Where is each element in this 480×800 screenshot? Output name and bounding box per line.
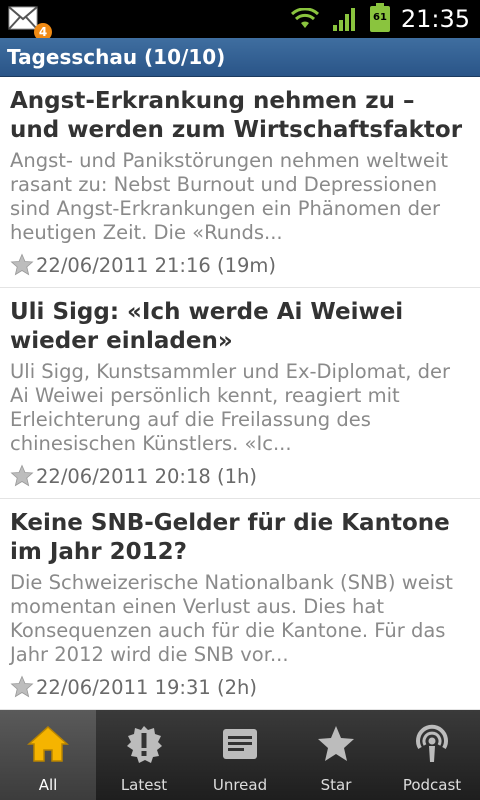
battery-icon: 61 [370,3,390,32]
tab-latest[interactable]: Latest [96,710,192,800]
wifi-icon [290,7,320,34]
tab-podcast[interactable]: Podcast [384,710,480,800]
article-description: Angst- und Panikstörungen nehmen weltwei… [10,149,448,244]
tab-label: Star [320,776,352,794]
star-icon[interactable] [10,253,34,277]
article-meta: 22/06/2011 20:18 (1h) [10,462,470,490]
article-date: 22/06/2011 19:31 (2h) [36,675,257,699]
tab-label: Unread [212,776,268,794]
tab-label: All [38,776,58,794]
star-icon[interactable] [10,464,34,488]
article-date: 22/06/2011 21:16 (19m) [36,253,277,277]
clock: 21:35 [400,5,470,33]
status-bar: 4 61 21:35 [0,0,480,41]
article-description: Uli Sigg, Kunstsammler und Ex-Diplomat, … [10,360,451,455]
mail-notification-icon: 4 [8,6,52,41]
bottom-tab-bar: All Latest Unread Star Podcast [0,710,480,800]
article-meta: 22/06/2011 21:16 (19m) [10,251,470,279]
tab-all[interactable]: All [0,710,96,800]
article-date: 22/06/2011 20:18 (1h) [36,464,257,488]
podcast-icon [416,724,448,762]
star-icon [318,726,354,761]
article-description: Die Schweizerische Nationalbank (SNB) we… [10,571,453,666]
document-icon [223,729,257,759]
list-item[interactable]: Uli Sigg: «Ich werde Ai Weiwei wieder ei… [0,288,480,499]
tab-label: Latest [120,776,168,794]
battery-level: 61 [373,12,387,23]
star-icon[interactable] [10,675,34,699]
list-item[interactable]: Angst-Erkrankung nehmen zu – und werden … [0,77,480,288]
article-meta: 22/06/2011 19:31 (2h) [10,673,470,701]
title-bar: Tagesschau (10/10) [0,38,480,77]
home-icon [27,725,69,762]
article-title: Angst-Erkrankung nehmen zu – und werden … [10,88,463,143]
page-title: Tagesschau (10/10) [7,45,226,69]
article-title: Uli Sigg: «Ich werde Ai Weiwei wieder ei… [10,299,404,354]
exclamation-icon [127,726,162,763]
tab-star[interactable]: Star [288,710,384,800]
tab-label: Podcast [402,776,462,794]
article-title: Keine SNB-Gelder für die Kantone im Jahr… [10,510,450,565]
signal-icon [332,8,358,36]
tab-unread[interactable]: Unread [192,710,288,800]
list-item[interactable]: Keine SNB-Gelder für die Kantone im Jahr… [0,499,480,710]
article-list: Angst-Erkrankung nehmen zu – und werden … [0,77,480,710]
